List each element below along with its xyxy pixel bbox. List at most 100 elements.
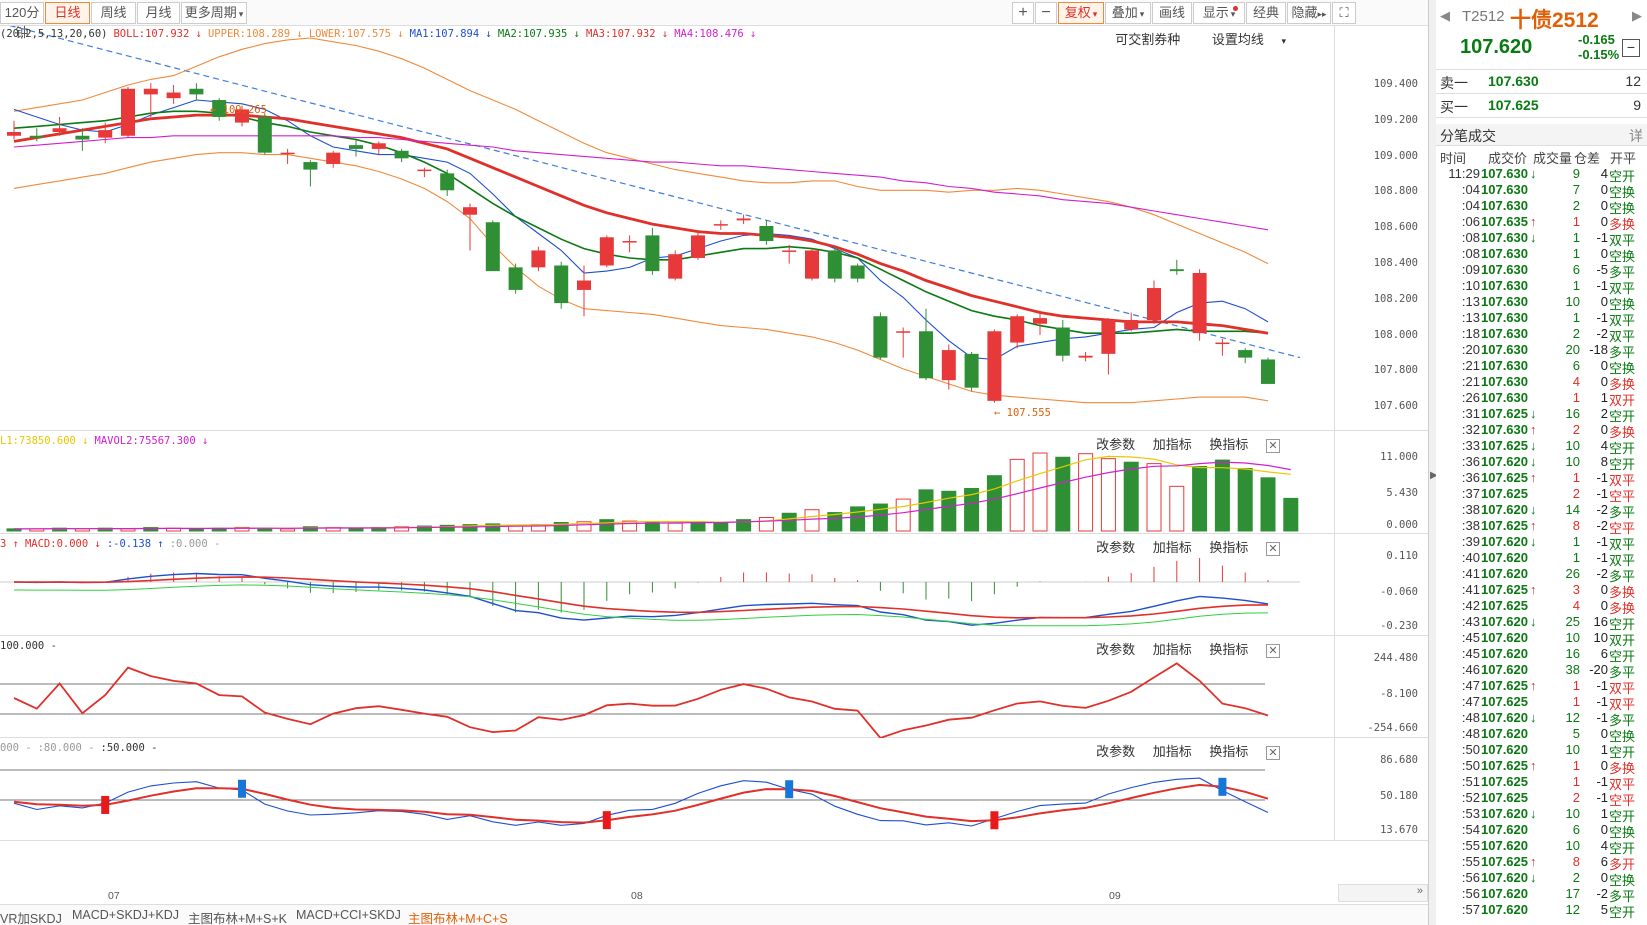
arrow-down-icon: ↓ bbox=[1530, 166, 1537, 181]
axis-tick-label: 108.800 bbox=[1373, 185, 1418, 198]
period-daily-button[interactable]: 日线 bbox=[45, 2, 90, 24]
ticks-list[interactable]: 11:29 107.630 ↓ 9 4 空开:04 107.630 7 0 空换:04 107.63… bbox=[1436, 166, 1647, 920]
tab-macd-cci-skdj[interactable]: MACD+CCI+SKDJ bbox=[296, 908, 401, 922]
legend-item: :50.000 - bbox=[100, 742, 158, 754]
tick-volume: 9 bbox=[1572, 166, 1580, 181]
add-indicator-button[interactable]: 加指标 bbox=[1153, 744, 1192, 759]
tick-row: :08 107.630 1 0 空换 bbox=[1436, 246, 1647, 264]
tick-price: 107.630 bbox=[1481, 342, 1528, 357]
last-price-box: 107.620 -0.165 -0.15% − bbox=[1436, 32, 1647, 70]
tick-row: :47 107.625 ↑ 1 -1 双平 bbox=[1436, 678, 1647, 696]
edit-params-button[interactable]: 改参数 bbox=[1096, 642, 1135, 657]
price-change-pct: -0.15% bbox=[1578, 47, 1620, 62]
deliverable-bonds-button[interactable]: 可交割券种 bbox=[1115, 32, 1180, 47]
hide-button[interactable]: 隐藏▸▸ bbox=[1287, 2, 1331, 24]
collapse-icon[interactable]: − bbox=[1622, 39, 1640, 57]
tick-price: 107.625 bbox=[1481, 790, 1528, 805]
close-icon[interactable]: ✕ bbox=[1266, 644, 1280, 658]
tab-boll-m-c-s[interactable]: 主图布林+M+C+S bbox=[408, 908, 508, 925]
ticks-detail-button[interactable]: 详 bbox=[1629, 126, 1643, 146]
prev-contract-icon[interactable]: ◀ bbox=[1440, 8, 1450, 24]
draw-line-button[interactable]: 画线 bbox=[1152, 2, 1192, 24]
add-indicator-button[interactable]: 加指标 bbox=[1153, 540, 1192, 555]
tick-volume: 2 bbox=[1572, 326, 1580, 341]
overlay-dropdown[interactable]: 叠加 ▾ bbox=[1105, 2, 1151, 24]
tick-volume: 1 bbox=[1572, 550, 1580, 565]
edit-params-button[interactable]: 改参数 bbox=[1096, 744, 1135, 759]
period-120min-button[interactable]: 120分钟 bbox=[0, 2, 44, 40]
tick-oi-change: 4 bbox=[1600, 838, 1608, 853]
period-weekly-button[interactable]: 周线 bbox=[91, 2, 136, 24]
arrow-down-icon: ↓ bbox=[1530, 230, 1537, 245]
panel-splitter[interactable]: ▶ bbox=[1428, 0, 1438, 925]
tick-price: 107.620 bbox=[1481, 902, 1528, 917]
switch-indicator-button[interactable]: 换指标 bbox=[1209, 642, 1248, 657]
skdj-pane[interactable]: 000 -:80.000 -:50.000 - 改参数 加指标 换指标 ✕ 86… bbox=[0, 738, 1428, 841]
candlestick-chart[interactable]: ← 109.265 ← 107.555 bbox=[0, 26, 1334, 431]
skdj-cross-marker bbox=[1218, 777, 1227, 796]
col-oi-change: 仓差 bbox=[1574, 151, 1601, 166]
close-icon[interactable]: ✕ bbox=[1266, 746, 1280, 760]
tick-oi-change: 0 bbox=[1600, 822, 1608, 837]
tick-row: :09 107.630 6 -5 多平 bbox=[1436, 262, 1647, 280]
main-price-pane[interactable]: ← 109.265 ← 107.555 (20,2,5,13,20,60) BOLL… bbox=[0, 26, 1428, 431]
classic-button[interactable]: 经典 bbox=[1246, 2, 1286, 24]
volume-bar bbox=[781, 512, 797, 532]
tab-macd-skdj-kdj[interactable]: MACD+SKDJ+KDJ bbox=[72, 908, 179, 922]
tick-volume: 14 bbox=[1565, 502, 1580, 517]
close-icon[interactable]: ✕ bbox=[1266, 439, 1280, 453]
tick-oi-change: 1 bbox=[1600, 742, 1608, 757]
tick-oi-change: 1 bbox=[1600, 806, 1608, 821]
volume-bar bbox=[713, 521, 729, 532]
tick-time: :20 bbox=[1461, 342, 1480, 357]
switch-indicator-button[interactable]: 换指标 bbox=[1209, 540, 1248, 555]
tick-volume: 1 bbox=[1572, 774, 1580, 789]
tick-price: 107.630 bbox=[1481, 246, 1528, 261]
arrow-up-icon: ↑ bbox=[1530, 518, 1537, 533]
candle-body bbox=[463, 207, 477, 215]
tick-oi-change: 0 bbox=[1600, 182, 1608, 197]
add-indicator-button[interactable]: 加指标 bbox=[1153, 642, 1192, 657]
bid-volume: 9 bbox=[1633, 97, 1641, 113]
next-contract-icon[interactable]: ▶ bbox=[1632, 8, 1642, 24]
legend-item: L1:73850.600 ↓ bbox=[0, 435, 89, 447]
tick-volume: 6 bbox=[1572, 262, 1580, 277]
more-periods-dropdown[interactable]: 更多周期 ▾ bbox=[181, 2, 247, 24]
ma-settings-button[interactable]: 设置均线 ▾ bbox=[1198, 32, 1286, 47]
edit-params-button[interactable]: 改参数 bbox=[1096, 437, 1135, 452]
candle-body bbox=[1033, 318, 1047, 324]
candle-body bbox=[349, 145, 363, 149]
scroll-right-button[interactable]: » bbox=[1338, 884, 1428, 902]
tick-time: :50 bbox=[1461, 758, 1480, 773]
switch-indicator-button[interactable]: 换指标 bbox=[1209, 437, 1248, 452]
arrow-up-icon: ↑ bbox=[1530, 470, 1537, 485]
tick-time: :08 bbox=[1461, 230, 1480, 245]
candle-body bbox=[736, 218, 751, 221]
tick-row: :10 107.630 1 -1 双平 bbox=[1436, 278, 1647, 296]
legend-item: MA2:107.935 ↓ bbox=[497, 28, 581, 40]
tick-row: :26 107.630 1 1 双开 bbox=[1436, 390, 1647, 408]
chevron-down-icon: ▾ bbox=[1139, 9, 1145, 19]
ask-price: 107.630 bbox=[1488, 73, 1539, 89]
add-indicator-button[interactable]: 加指标 bbox=[1153, 437, 1192, 452]
cci-pane[interactable]: 100.000 - 改参数 加指标 换指标 ✕ 244.480 -8.100 -25… bbox=[0, 636, 1428, 738]
volume-pane[interactable]: L1:73850.600 ↓ MAVOL2:75567.300 ↓ 改参数 加指标… bbox=[0, 431, 1428, 534]
tick-row: :45 107.620 10 10 双开 bbox=[1436, 630, 1647, 648]
zoom-in-button[interactable]: + bbox=[1012, 2, 1034, 24]
tick-time: :37 bbox=[1461, 486, 1480, 501]
display-dropdown[interactable]: 显示 ▾ bbox=[1193, 2, 1245, 24]
adjust-dropdown[interactable]: 复权 ▾ bbox=[1058, 2, 1104, 24]
zoom-out-button[interactable]: − bbox=[1035, 2, 1057, 24]
period-monthly-button[interactable]: 月线 bbox=[137, 2, 180, 24]
axis-tick-label: 244.480 bbox=[1373, 652, 1418, 664]
edit-params-button[interactable]: 改参数 bbox=[1096, 540, 1135, 555]
tab-vr-skdj[interactable]: VR加SKDJ bbox=[0, 908, 62, 925]
macd-pane[interactable]: 3 ↑ MACD:0.000 ↓:-0.138 ↑:0.000 - 改参数 加指标… bbox=[0, 534, 1428, 636]
fullscreen-button[interactable]: ⛶ bbox=[1332, 2, 1356, 24]
tick-time: :46 bbox=[1461, 662, 1480, 677]
switch-indicator-button[interactable]: 换指标 bbox=[1209, 744, 1248, 759]
close-icon[interactable]: ✕ bbox=[1266, 542, 1280, 556]
tab-boll-m-s-k[interactable]: 主图布林+M+S+K bbox=[188, 908, 287, 925]
tick-row: :56 107.620 ↓ 2 0 空换 bbox=[1436, 870, 1647, 888]
tick-row: :48 107.620 5 0 空换 bbox=[1436, 726, 1647, 744]
